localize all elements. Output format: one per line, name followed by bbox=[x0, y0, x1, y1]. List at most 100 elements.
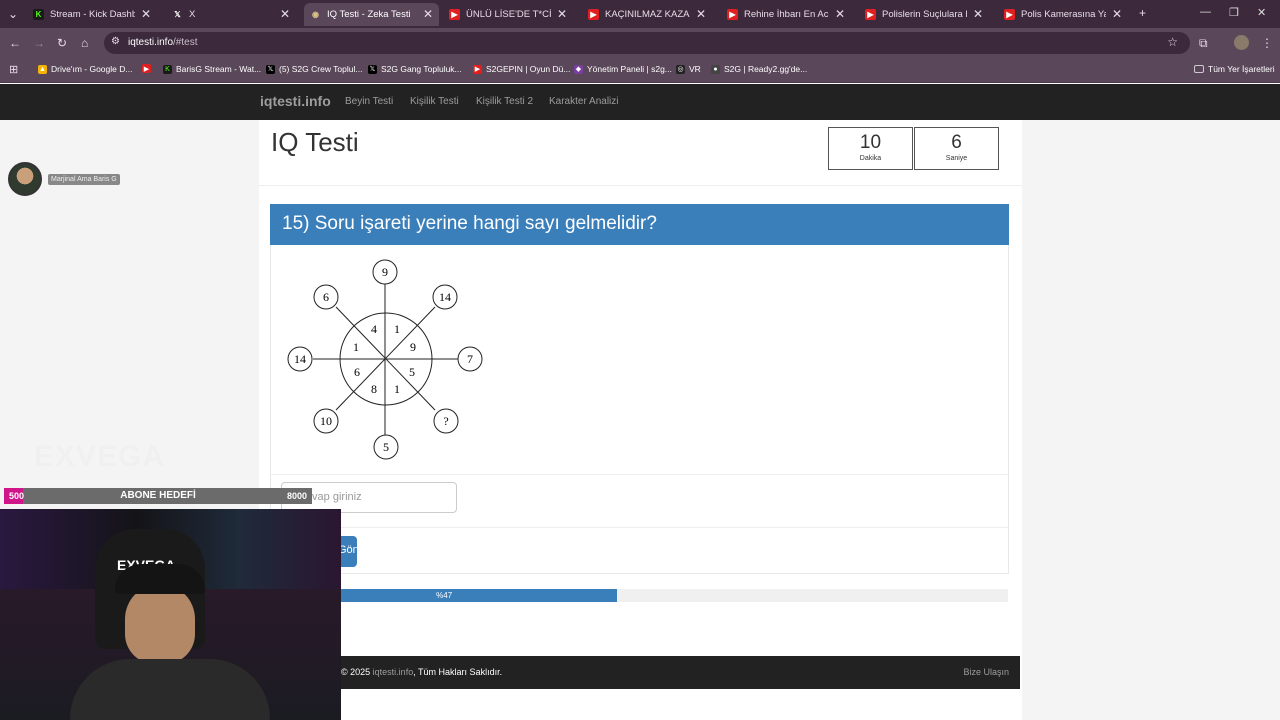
forward-icon[interactable]: → bbox=[33, 36, 45, 50]
bookmark-item[interactable]: 𝕏 S2G Gang Topluluk... bbox=[368, 64, 462, 74]
youtube-icon: ▶ bbox=[142, 64, 151, 73]
tab-title: Polis Kamerasına Yakalan bbox=[1021, 9, 1106, 20]
nav-beyin-testi[interactable]: Beyin Testi bbox=[345, 96, 393, 107]
bookmark-item[interactable]: ◆ Yönetim Paneli | s2g... bbox=[574, 64, 672, 74]
timer-seconds: 6 Saniye bbox=[914, 127, 999, 170]
bookmark-item[interactable]: ◎ VR bbox=[676, 64, 701, 74]
browser-tab[interactable]: ◉ IQ Testi - Zeka Testi ✕ bbox=[304, 3, 439, 26]
bookmark-item[interactable]: K BarisG Stream - Wat... bbox=[163, 64, 261, 74]
tab-close-icon[interactable]: ✕ bbox=[280, 7, 290, 21]
streamer-name: Marjinal Ama Baris G bbox=[48, 173, 120, 185]
puzzle-inner-value: 6 bbox=[354, 365, 360, 379]
bookmark-label: VR bbox=[689, 64, 701, 74]
browser-tab[interactable]: ▶ KAÇINILMAZ KAZA! Türki ✕ bbox=[582, 3, 712, 26]
apps-grid-icon[interactable]: ⊞ bbox=[9, 63, 18, 76]
puzzle-outer-value: 10 bbox=[320, 414, 332, 428]
bookmark-star-icon[interactable]: ☆ bbox=[1167, 35, 1178, 49]
puzzle-outer-value: 6 bbox=[323, 290, 329, 304]
puzzle-outer-node: 10 bbox=[313, 408, 339, 434]
browser-tab[interactable]: ▶ ÜNLÜ LİSE'DE T*CİZ İDDİA ✕ bbox=[443, 3, 573, 26]
title-divider bbox=[259, 185, 1022, 186]
puzzle-outer-value: ? bbox=[443, 414, 448, 428]
profile-avatar[interactable] bbox=[1234, 35, 1249, 50]
tab-close-icon[interactable]: ✕ bbox=[835, 7, 845, 21]
site-info-icon[interactable]: ⚙ bbox=[111, 36, 120, 47]
timer-seconds-value: 6 bbox=[951, 132, 962, 153]
puzzle-outer-value: 14 bbox=[294, 352, 306, 366]
puzzle-outer-node: 9 bbox=[372, 259, 398, 285]
bookmark-item[interactable]: ▶ bbox=[142, 64, 155, 73]
all-bookmarks-link[interactable]: Tüm Yer İşaretleri bbox=[1194, 64, 1275, 74]
puzzle-outer-node: ? bbox=[433, 408, 459, 434]
tab-close-icon[interactable]: ✕ bbox=[557, 7, 567, 21]
bookmarks-bar: ⊞ ▲ Drive'ım - Google D... ▶ K BarisG Stream… bbox=[0, 58, 1280, 83]
close-window-icon[interactable]: ✕ bbox=[1257, 6, 1266, 19]
footer-contact-link[interactable]: Bize Ulaşın bbox=[963, 667, 1009, 677]
bookmark-label: Yönetim Paneli | s2g... bbox=[587, 64, 672, 74]
youtube-icon: ▶ bbox=[1004, 9, 1015, 20]
home-icon[interactable]: ⌂ bbox=[81, 36, 88, 50]
card-separator-2 bbox=[271, 527, 1008, 528]
browser-tab[interactable]: ▶ Rehine İhbarı En Acı Polis ✕ bbox=[721, 3, 851, 26]
minimize-icon[interactable]: — bbox=[1200, 6, 1211, 18]
sub-goal-bar: ABONE HEDEFİ 500 8000 bbox=[4, 488, 312, 504]
tab-bar: ⌄ K Stream - Kick Dashboard ✕ 𝕏X ✕ ◉ IQ Testi … bbox=[0, 0, 1280, 28]
footer-brand-link[interactable]: iqtesti.info bbox=[373, 667, 414, 677]
tab-title: X bbox=[189, 9, 196, 20]
browser-tab[interactable]: 𝕏 X ✕ bbox=[166, 3, 296, 26]
bookmark-label: BarisG Stream - Wat... bbox=[176, 64, 262, 74]
page-title: IQ Testi bbox=[271, 127, 359, 157]
menu-icon[interactable]: ⋮ bbox=[1261, 36, 1273, 50]
sub-goal-target: 8000 bbox=[286, 491, 307, 501]
browser-tab[interactable]: K Stream - Kick Dashboard ✕ bbox=[27, 3, 157, 26]
extensions-icon[interactable]: ⧉ bbox=[1199, 36, 1208, 51]
question-heading: 15) Soru işareti yerine hangi sayı gelme… bbox=[270, 204, 1009, 245]
bookmark-item[interactable]: ▲ Drive'ım - Google D... bbox=[38, 64, 132, 74]
url-path: /#test bbox=[173, 37, 198, 48]
submit-label: Gönder bbox=[338, 544, 375, 556]
browser-tab[interactable]: ▶ Polislerin Suçlulara Karşı ✕ bbox=[859, 3, 989, 26]
streamer-cap bbox=[115, 564, 205, 594]
puzzle-outer-value: 5 bbox=[383, 440, 389, 454]
nav-kisilik-testi-2[interactable]: Kişilik Testi 2 bbox=[476, 96, 533, 107]
tab-title: Rehine İhbarı En Acı Polis bbox=[744, 9, 829, 20]
tab-close-icon[interactable]: ✕ bbox=[696, 7, 706, 21]
puzzle-outer-node: 14 bbox=[432, 284, 458, 310]
tab-close-icon[interactable]: ✕ bbox=[141, 7, 151, 21]
x-icon: 𝕏 bbox=[368, 64, 377, 74]
nav-karakter-analizi[interactable]: Karakter Analizi bbox=[549, 96, 618, 107]
youtube-icon: ▶ bbox=[473, 64, 482, 74]
nav-kisilik-testi[interactable]: Kişilik Testi bbox=[410, 96, 459, 107]
new-tab-button[interactable]: + bbox=[1139, 6, 1146, 20]
site-footer: © 2025 iqtesti.info, Tüm Hakları Saklıdı… bbox=[259, 656, 1020, 689]
site-brand-link[interactable]: iqtesti.info bbox=[260, 93, 331, 109]
tab-close-icon[interactable]: ✕ bbox=[973, 7, 983, 21]
channel-logo: EXVEGA bbox=[34, 440, 166, 473]
timer-minutes-value: 10 bbox=[859, 132, 882, 153]
browser-tab[interactable]: ▶ Polis Kamerasına Yakalan ✕ bbox=[998, 3, 1128, 26]
bookmark-item[interactable]: ● S2G | Ready2.gg'de... bbox=[711, 64, 807, 74]
all-bookmarks-label: Tüm Yer İşaretleri bbox=[1208, 64, 1275, 74]
page-gutter-right bbox=[1022, 120, 1280, 720]
streamer-face bbox=[125, 584, 195, 664]
timer-minutes-label: Dakika bbox=[859, 155, 882, 162]
bookmark-item[interactable]: ▶ S2GEPIN | Oyun Dü... bbox=[473, 64, 570, 74]
sub-goal-current: 500 bbox=[9, 491, 25, 501]
tab-list-chevron-icon[interactable]: ⌄ bbox=[8, 7, 18, 21]
tab-close-icon[interactable]: ✕ bbox=[1112, 7, 1122, 21]
puzzle-inner-value: 9 bbox=[410, 340, 416, 354]
bookmark-label: S2G | Ready2.gg'de... bbox=[724, 64, 808, 74]
tab-close-icon[interactable]: ✕ bbox=[423, 7, 433, 21]
vr-icon: ◎ bbox=[676, 64, 685, 74]
drive-icon: ▲ bbox=[38, 64, 47, 74]
address-bar[interactable]: ⚙ iqtesti.info/#test ☆ bbox=[104, 32, 1190, 54]
youtube-icon: ▶ bbox=[727, 9, 738, 20]
tab-title: Polislerin Suçlulara Karşı bbox=[882, 9, 967, 20]
restore-icon[interactable]: ❐ bbox=[1229, 6, 1239, 19]
back-icon[interactable]: ← bbox=[9, 36, 21, 50]
folder-icon bbox=[1194, 65, 1204, 73]
reload-icon[interactable]: ↻ bbox=[57, 36, 67, 50]
puzzle-inner-value: 8 bbox=[371, 382, 377, 396]
bookmark-item[interactable]: 𝕏 (5) S2G Crew Toplul... bbox=[266, 64, 362, 74]
puzzle-outer-node: 14 bbox=[287, 346, 313, 372]
